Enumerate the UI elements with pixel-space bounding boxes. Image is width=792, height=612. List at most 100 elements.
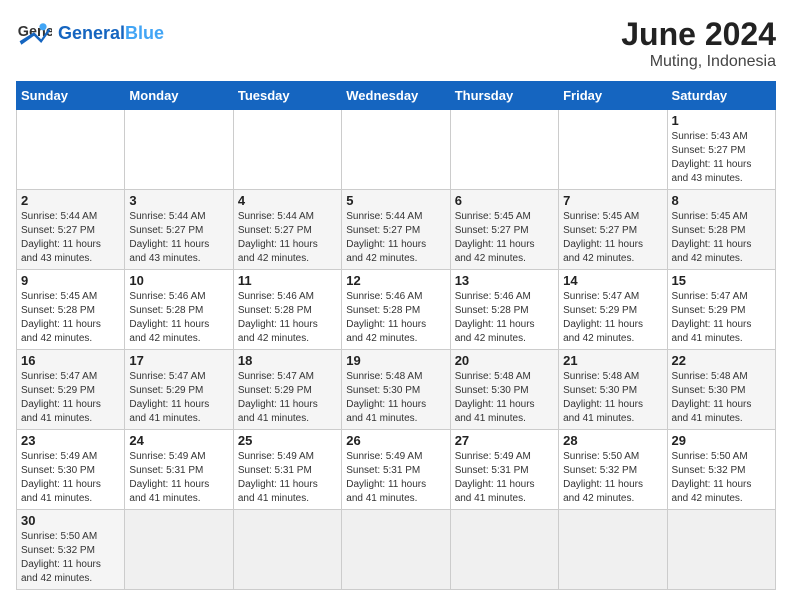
day-number: 22 xyxy=(672,353,771,368)
day-info: Sunrise: 5:50 AM Sunset: 5:32 PM Dayligh… xyxy=(672,450,771,506)
day-info: Sunrise: 5:50 AM Sunset: 5:32 PM Dayligh… xyxy=(21,530,120,586)
calendar-cell: 12 Sunrise: 5:46 AM Sunset: 5:28 PM Dayli… xyxy=(342,270,450,350)
calendar-cell: 30 Sunrise: 5:50 AM Sunset: 5:32 PM Dayli… xyxy=(17,510,125,590)
calendar-cell: 13Sunrise: 5:46 AM Sunset: 5:28 PM Dayli… xyxy=(450,270,558,350)
title-block: June 2024 Muting, Indonesia xyxy=(621,16,776,71)
day-info: Sunrise: 5:45 AM Sunset: 5:28 PM Dayligh… xyxy=(672,210,771,266)
month-year: June 2024 xyxy=(621,16,776,53)
calendar-cell: 21 Sunrise: 5:48 AM Sunset: 5:30 PM Dayli… xyxy=(559,350,667,430)
logo-general: General xyxy=(58,23,125,43)
day-info: Sunrise: 5:43 AM Sunset: 5:27 PM Dayligh… xyxy=(672,130,771,186)
calendar-cell xyxy=(125,510,233,590)
calendar-cell xyxy=(125,110,233,190)
day-info: Sunrise: 5:49 AM Sunset: 5:31 PM Dayligh… xyxy=(238,450,337,506)
calendar-cell: 16 Sunrise: 5:47 AM Sunset: 5:29 PM Dayli… xyxy=(17,350,125,430)
day-info: Sunrise: 5:48 AM Sunset: 5:30 PM Dayligh… xyxy=(455,370,554,426)
calendar-cell xyxy=(233,110,341,190)
calendar-cell: 17 Sunrise: 5:47 AM Sunset: 5:29 PM Dayli… xyxy=(125,350,233,430)
weekday-header-row: SundayMondayTuesdayWednesdayThursdayFrid… xyxy=(17,82,776,110)
calendar-cell xyxy=(17,110,125,190)
day-info: Sunrise: 5:46 AM Sunset: 5:28 PM Dayligh… xyxy=(238,290,337,346)
day-number: 25 xyxy=(238,433,337,448)
day-info: Sunrise: 5:47 AM Sunset: 5:29 PM Dayligh… xyxy=(563,290,662,346)
day-number: 10 xyxy=(129,273,228,288)
weekday-header-tuesday: Tuesday xyxy=(233,82,341,110)
day-number: 21 xyxy=(563,353,662,368)
day-number: 11 xyxy=(238,273,337,288)
calendar-cell: 19 Sunrise: 5:48 AM Sunset: 5:30 PM Dayli… xyxy=(342,350,450,430)
day-number: 17 xyxy=(129,353,228,368)
day-info: Sunrise: 5:45 AM Sunset: 5:28 PM Dayligh… xyxy=(21,290,120,346)
calendar-week-3: 16 Sunrise: 5:47 AM Sunset: 5:29 PM Dayli… xyxy=(17,350,776,430)
logo-text: GeneralBlue xyxy=(58,23,164,45)
calendar-cell: 22 Sunrise: 5:48 AM Sunset: 5:30 PM Dayli… xyxy=(667,350,775,430)
day-info: Sunrise: 5:49 AM Sunset: 5:31 PM Dayligh… xyxy=(455,450,554,506)
calendar-cell: 25 Sunrise: 5:49 AM Sunset: 5:31 PM Dayli… xyxy=(233,430,341,510)
weekday-header-wednesday: Wednesday xyxy=(342,82,450,110)
day-info: Sunrise: 5:48 AM Sunset: 5:30 PM Dayligh… xyxy=(672,370,771,426)
day-number: 14 xyxy=(563,273,662,288)
day-number: 23 xyxy=(21,433,120,448)
logo-blue: Blue xyxy=(125,23,164,43)
calendar-cell: 15 Sunrise: 5:47 AM Sunset: 5:29 PM Dayli… xyxy=(667,270,775,350)
day-info: Sunrise: 5:44 AM Sunset: 5:27 PM Dayligh… xyxy=(129,210,228,266)
calendar-table: SundayMondayTuesdayWednesdayThursdayFrid… xyxy=(16,81,776,590)
calendar-cell: 7Sunrise: 5:45 AM Sunset: 5:27 PM Daylig… xyxy=(559,190,667,270)
day-info: Sunrise: 5:47 AM Sunset: 5:29 PM Dayligh… xyxy=(21,370,120,426)
weekday-header-thursday: Thursday xyxy=(450,82,558,110)
day-info: Sunrise: 5:47 AM Sunset: 5:29 PM Dayligh… xyxy=(672,290,771,346)
day-info: Sunrise: 5:45 AM Sunset: 5:27 PM Dayligh… xyxy=(455,210,554,266)
day-number: 27 xyxy=(455,433,554,448)
day-info: Sunrise: 5:44 AM Sunset: 5:27 PM Dayligh… xyxy=(238,210,337,266)
day-number: 9 xyxy=(21,273,120,288)
calendar-cell: 20 Sunrise: 5:48 AM Sunset: 5:30 PM Dayli… xyxy=(450,350,558,430)
calendar-cell: 8 Sunrise: 5:45 AM Sunset: 5:28 PM Daylig… xyxy=(667,190,775,270)
weekday-header-sunday: Sunday xyxy=(17,82,125,110)
day-number: 20 xyxy=(455,353,554,368)
calendar-cell: 5 Sunrise: 5:44 AM Sunset: 5:27 PM Daylig… xyxy=(342,190,450,270)
calendar-week-1: 2Sunrise: 5:44 AM Sunset: 5:27 PM Daylig… xyxy=(17,190,776,270)
calendar-cell: 9 Sunrise: 5:45 AM Sunset: 5:28 PM Daylig… xyxy=(17,270,125,350)
calendar-cell: 28Sunrise: 5:50 AM Sunset: 5:32 PM Dayli… xyxy=(559,430,667,510)
day-info: Sunrise: 5:48 AM Sunset: 5:30 PM Dayligh… xyxy=(346,370,445,426)
day-number: 15 xyxy=(672,273,771,288)
calendar-cell: 10Sunrise: 5:46 AM Sunset: 5:28 PM Dayli… xyxy=(125,270,233,350)
day-number: 28 xyxy=(563,433,662,448)
calendar-cell xyxy=(342,110,450,190)
day-number: 12 xyxy=(346,273,445,288)
day-number: 3 xyxy=(129,193,228,208)
calendar-week-5: 30 Sunrise: 5:50 AM Sunset: 5:32 PM Dayli… xyxy=(17,510,776,590)
day-number: 8 xyxy=(672,193,771,208)
calendar-cell: 14 Sunrise: 5:47 AM Sunset: 5:29 PM Dayli… xyxy=(559,270,667,350)
day-info: Sunrise: 5:46 AM Sunset: 5:28 PM Dayligh… xyxy=(346,290,445,346)
day-number: 19 xyxy=(346,353,445,368)
day-info: Sunrise: 5:48 AM Sunset: 5:30 PM Dayligh… xyxy=(563,370,662,426)
day-number: 24 xyxy=(129,433,228,448)
day-info: Sunrise: 5:47 AM Sunset: 5:29 PM Dayligh… xyxy=(238,370,337,426)
day-info: Sunrise: 5:47 AM Sunset: 5:29 PM Dayligh… xyxy=(129,370,228,426)
day-number: 16 xyxy=(21,353,120,368)
calendar-cell: 11 Sunrise: 5:46 AM Sunset: 5:28 PM Dayli… xyxy=(233,270,341,350)
day-info: Sunrise: 5:45 AM Sunset: 5:27 PM Dayligh… xyxy=(563,210,662,266)
day-number: 26 xyxy=(346,433,445,448)
day-number: 18 xyxy=(238,353,337,368)
weekday-header-saturday: Saturday xyxy=(667,82,775,110)
calendar-cell xyxy=(233,510,341,590)
location: Muting, Indonesia xyxy=(621,53,776,71)
day-info: Sunrise: 5:44 AM Sunset: 5:27 PM Dayligh… xyxy=(346,210,445,266)
calendar-cell: 4Sunrise: 5:44 AM Sunset: 5:27 PM Daylig… xyxy=(233,190,341,270)
calendar-body: 1Sunrise: 5:43 AM Sunset: 5:27 PM Daylig… xyxy=(17,110,776,590)
day-info: Sunrise: 5:49 AM Sunset: 5:30 PM Dayligh… xyxy=(21,450,120,506)
calendar-cell xyxy=(342,510,450,590)
day-number: 5 xyxy=(346,193,445,208)
calendar-cell: 27 Sunrise: 5:49 AM Sunset: 5:31 PM Dayli… xyxy=(450,430,558,510)
day-number: 30 xyxy=(21,513,120,528)
calendar-cell: 3 Sunrise: 5:44 AM Sunset: 5:27 PM Daylig… xyxy=(125,190,233,270)
calendar-cell: 29Sunrise: 5:50 AM Sunset: 5:32 PM Dayli… xyxy=(667,430,775,510)
calendar-cell xyxy=(450,110,558,190)
calendar-cell: 23 Sunrise: 5:49 AM Sunset: 5:30 PM Dayli… xyxy=(17,430,125,510)
page-header: General GeneralBlue June 2024 Muting, In… xyxy=(16,16,776,71)
calendar-week-0: 1Sunrise: 5:43 AM Sunset: 5:27 PM Daylig… xyxy=(17,110,776,190)
calendar-cell xyxy=(559,510,667,590)
calendar-cell: 1Sunrise: 5:43 AM Sunset: 5:27 PM Daylig… xyxy=(667,110,775,190)
